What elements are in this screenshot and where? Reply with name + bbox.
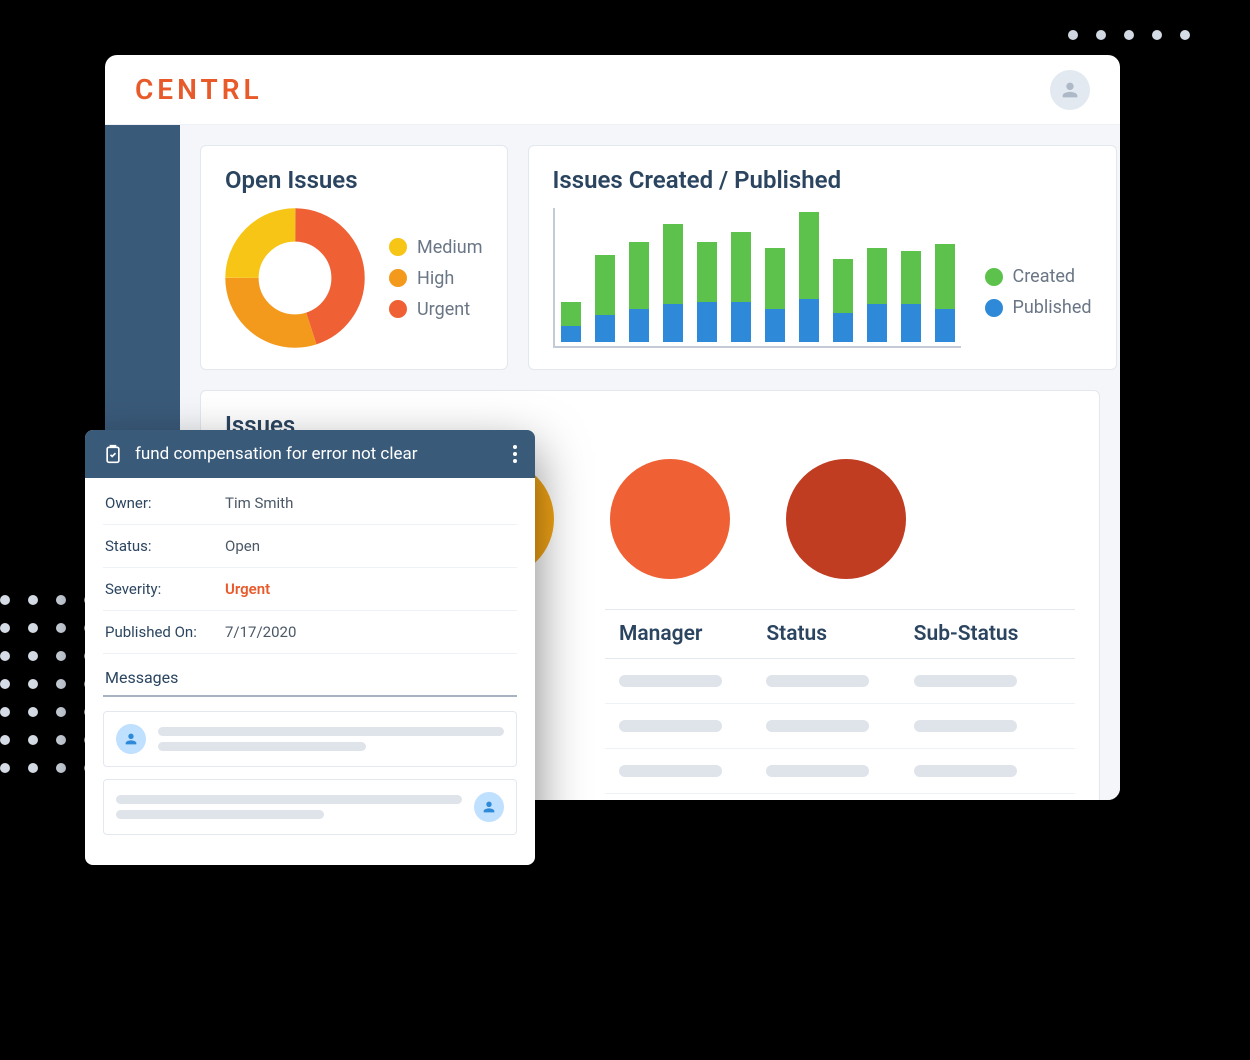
- person-icon: [481, 799, 497, 815]
- placeholder: [914, 720, 1017, 732]
- placeholder: [766, 675, 869, 687]
- field-value: 7/17/2020: [225, 623, 296, 641]
- legend-label: Created: [1013, 266, 1076, 287]
- bar: [629, 242, 649, 343]
- placeholder: [766, 720, 869, 732]
- brand-logo: CENTRL: [135, 73, 263, 106]
- popup-title: fund compensation for error not clear: [135, 444, 417, 464]
- legend-label: Medium: [417, 237, 483, 258]
- field-value: Open: [225, 537, 260, 555]
- message-avatar: [474, 792, 504, 822]
- field-label: Status:: [105, 537, 225, 555]
- field-owner: Owner: Tim Smith: [103, 482, 517, 525]
- clipboard-check-icon: [103, 444, 123, 464]
- bar: [833, 259, 853, 342]
- legend-label: Urgent: [417, 299, 470, 320]
- swatch-icon: [389, 238, 407, 256]
- bar: [765, 248, 785, 342]
- bar: [799, 212, 819, 342]
- bar: [935, 244, 955, 342]
- bar: [595, 255, 615, 342]
- popup-header: fund compensation for error not clear: [85, 430, 535, 478]
- legend-label: High: [417, 268, 454, 289]
- more-options-button[interactable]: [513, 445, 517, 463]
- issues-table-header: Manager Status Sub-Status: [605, 609, 1075, 659]
- message-avatar: [116, 724, 146, 754]
- issues-cp-legend: Created Published: [985, 266, 1092, 318]
- open-issues-card: Open Issues: [200, 145, 508, 370]
- legend-item-urgent: Urgent: [389, 299, 483, 320]
- legend-label: Published: [1013, 297, 1092, 318]
- message-item[interactable]: [103, 711, 517, 767]
- field-value: Urgent: [225, 580, 270, 598]
- column-header-manager[interactable]: Manager: [619, 622, 766, 646]
- issues-created-published-card: Issues Created / Published Created Publi…: [528, 145, 1117, 370]
- legend-item-created: Created: [985, 266, 1092, 287]
- table-row[interactable]: [605, 749, 1075, 794]
- status-circle: [786, 459, 906, 579]
- field-label: Severity:: [105, 580, 225, 598]
- field-label: Published On:: [105, 623, 225, 641]
- field-value: Tim Smith: [225, 494, 293, 512]
- bar: [867, 248, 887, 342]
- person-icon: [123, 731, 139, 747]
- placeholder: [619, 720, 722, 732]
- placeholder: [914, 765, 1017, 777]
- table-row[interactable]: [605, 659, 1075, 704]
- open-issues-legend: Medium High Urgent: [389, 237, 483, 320]
- issues-bar-chart: [553, 208, 961, 348]
- message-placeholder: [116, 795, 462, 819]
- decorative-dots-top: [1068, 30, 1190, 40]
- swatch-icon: [985, 299, 1003, 317]
- legend-item-published: Published: [985, 297, 1092, 318]
- card-title: Open Issues: [225, 166, 483, 194]
- message-item[interactable]: [103, 779, 517, 835]
- open-issues-donut-chart: [225, 208, 365, 348]
- table-row[interactable]: [605, 704, 1075, 749]
- legend-item-medium: Medium: [389, 237, 483, 258]
- messages-section-label: Messages: [103, 654, 517, 697]
- swatch-icon: [389, 300, 407, 318]
- legend-item-high: High: [389, 268, 483, 289]
- field-status: Status: Open: [103, 525, 517, 568]
- card-title: Issues Created / Published: [553, 166, 1092, 194]
- user-avatar[interactable]: [1050, 70, 1090, 110]
- person-icon: [1059, 79, 1081, 101]
- placeholder: [619, 675, 722, 687]
- swatch-icon: [985, 268, 1003, 286]
- placeholder: [766, 765, 869, 777]
- topbar: CENTRL: [105, 55, 1120, 125]
- message-placeholder: [158, 727, 504, 751]
- field-severity: Severity: Urgent: [103, 568, 517, 611]
- placeholder: [914, 675, 1017, 687]
- bar: [561, 302, 581, 342]
- placeholder: [619, 765, 722, 777]
- status-circle: [610, 459, 730, 579]
- field-label: Owner:: [105, 494, 225, 512]
- bar: [663, 224, 683, 342]
- bar: [901, 251, 921, 342]
- column-header-status[interactable]: Status: [766, 622, 913, 646]
- field-published-on: Published On: 7/17/2020: [103, 611, 517, 654]
- bar: [731, 232, 751, 342]
- bar: [697, 242, 717, 342]
- issue-detail-popup: fund compensation for error not clear Ow…: [85, 430, 535, 865]
- column-header-sub-status[interactable]: Sub-Status: [914, 622, 1061, 646]
- swatch-icon: [389, 269, 407, 287]
